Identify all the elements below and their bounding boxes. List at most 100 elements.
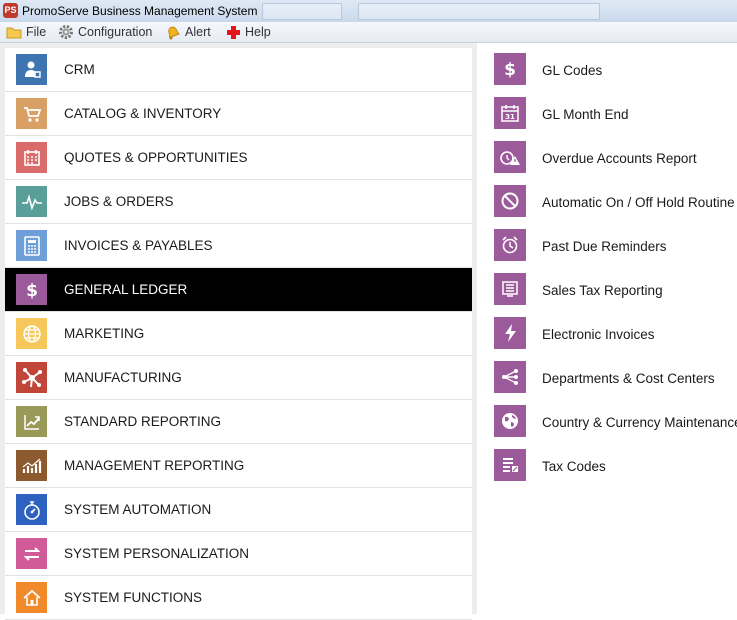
category-icon-box [16,362,47,393]
menu-bar: File Configuration Alert Help [0,22,737,43]
category-system-automation[interactable]: SYSTEM AUTOMATION [5,488,472,532]
menu-label: Configuration [78,25,153,39]
category-catalog-inventory[interactable]: CATALOG & INVENTORY [5,92,472,136]
category-icon-box: $ [16,274,47,305]
category-quotes-opportunities[interactable]: QUOTES & OPPORTUNITIES [5,136,472,180]
world-icon [502,413,518,429]
submenu-icon-box [494,141,526,173]
submenu-tax-codes[interactable]: Tax Codes [477,439,737,483]
gear-icon [59,25,73,39]
menu-label: Help [245,25,271,39]
category-system-functions[interactable]: SYSTEM FUNCTIONS [5,576,472,620]
category-label: SYSTEM AUTOMATION [64,502,212,517]
submenu-label: Departments & Cost Centers [542,371,715,386]
menu-configuration[interactable]: Configuration [58,24,152,40]
calendar-icon [23,149,40,166]
bell-icon [168,26,180,40]
folder-icon [6,27,22,38]
submenu-label: Sales Tax Reporting [542,283,663,298]
dollar-icon: $ [504,60,516,80]
category-label: CRM [64,62,95,77]
globe-icon [22,324,41,343]
svg-text:31: 31 [505,113,515,121]
overdue-alert-icon [500,151,520,165]
category-panel: CRM CATALOG & INVENTORY QUOTES & OPPORTU… [0,43,477,620]
bar-chart-icon [22,458,41,473]
submenu-label: Electronic Invoices [542,327,655,342]
background-tab-shape [358,3,600,20]
submenu-electronic-invoices[interactable]: Electronic Invoices [477,307,737,351]
pulse-icon [21,193,42,211]
category-label: MARKETING [64,326,145,341]
chart-up-icon [23,414,40,430]
category-label: SYSTEM FUNCTIONS [64,590,203,605]
category-label: INVOICES & PAYABLES [64,238,213,253]
category-icon-box [16,450,47,481]
category-management-reporting[interactable]: MANAGEMENT REPORTING [5,444,472,488]
category-icon-box [16,98,47,129]
submenu-icon-box [494,449,526,481]
submenu-label: GL Month End [542,107,629,122]
category-jobs-orders[interactable]: JOBS & ORDERS [5,180,472,224]
submenu-overdue-accounts-report[interactable]: Overdue Accounts Report [477,131,737,175]
category-crm[interactable]: CRM [5,48,472,92]
category-icon-box [16,494,47,525]
menu-alert[interactable]: Alert [165,24,211,40]
submenu-icon-box: 31 [494,97,526,129]
submenu-gl-month-end[interactable]: 31 GL Month End [477,87,737,131]
category-icon-box [16,538,47,569]
submenu-label: Tax Codes [542,459,606,474]
category-general-ledger[interactable]: $ GENERAL LEDGER [5,268,472,312]
calculator-icon [23,235,40,256]
app-logo-icon: PS [3,3,18,18]
submenu-sales-tax-reporting[interactable]: Sales Tax Reporting [477,263,737,307]
menu-label: Alert [185,25,211,39]
submenu-automatic-hold-routine[interactable]: Automatic On / Off Hold Routine [477,175,737,219]
receipt-icon [502,281,518,297]
category-icon-box [16,406,47,437]
category-label: SYSTEM PERSONALIZATION [64,546,250,561]
submenu-gl-codes[interactable]: $ GL Codes [477,43,737,87]
submenu-icon-box [494,185,526,217]
category-icon-box [16,582,47,613]
swap-icon [23,546,40,561]
contact-person-icon [24,61,41,78]
category-system-personalization[interactable]: SYSTEM PERSONALIZATION [5,532,472,576]
category-label: MANAGEMENT REPORTING [64,458,245,473]
window-title-bar: PS PromoServe Business Management System [0,0,737,23]
dollar-icon: $ [26,281,38,301]
category-label: MANUFACTURING [64,370,182,385]
category-manufacturing[interactable]: MANUFACTURING [5,356,472,400]
category-marketing[interactable]: MARKETING [5,312,472,356]
alarm-clock-icon [502,236,518,254]
submenu-icon-box [494,273,526,305]
background-tab-shape [262,3,342,20]
red-cross-icon [227,25,240,39]
submenu-icon-box [494,229,526,261]
category-label: JOBS & ORDERS [64,194,174,209]
menu-help[interactable]: Help [226,24,271,40]
category-icon-box [16,318,47,349]
svg-text:$: $ [504,60,516,80]
submenu-label: Overdue Accounts Report [542,151,697,166]
submenu-icon-box: $ [494,53,526,85]
tax-table-icon [503,458,518,472]
lightning-icon [505,324,516,342]
submenu-departments-cost-centers[interactable]: Departments & Cost Centers [477,351,737,395]
submenu-label: Country & Currency Maintenance [542,415,737,430]
category-label: STANDARD REPORTING [64,414,222,429]
category-standard-reporting[interactable]: STANDARD REPORTING [5,400,472,444]
submenu-panel: $ GL Codes 31 GL Month End Overdue Accou… [477,43,737,614]
menu-file[interactable]: File [6,24,46,40]
shopping-cart-icon [23,106,41,122]
category-label: QUOTES & OPPORTUNITIES [64,150,248,165]
category-icon-box [16,230,47,261]
submenu-icon-box [494,361,526,393]
submenu-past-due-reminders[interactable]: Past Due Reminders [477,219,737,263]
hub-icon [21,367,42,387]
category-invoices-payables[interactable]: INVOICES & PAYABLES [5,224,472,268]
submenu-country-currency-maintenance[interactable]: Country & Currency Maintenance [477,395,737,439]
calendar-31-icon: 31 [501,105,519,122]
no-entry-icon [501,192,519,210]
submenu-icon-box [494,317,526,349]
